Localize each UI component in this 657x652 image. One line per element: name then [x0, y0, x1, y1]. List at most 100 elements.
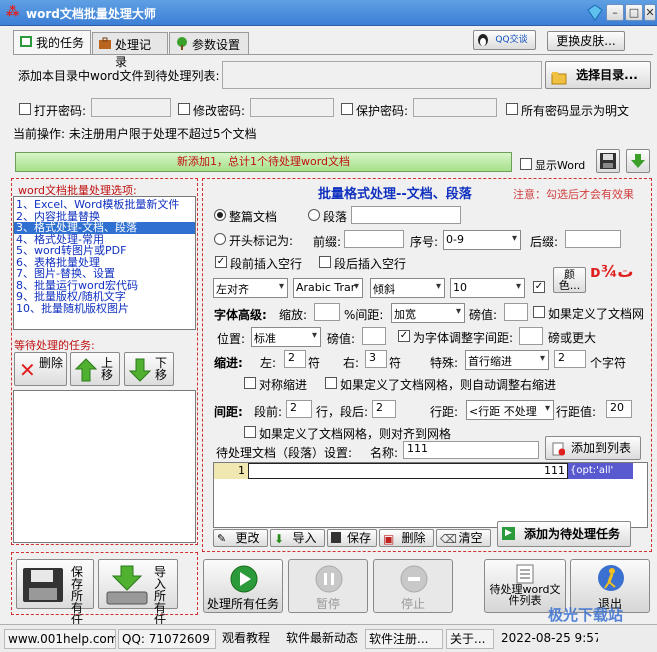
open-password-field[interactable]	[91, 98, 171, 117]
qq-label: QQ交谈	[495, 35, 528, 45]
scale-input[interactable]	[314, 303, 340, 321]
pencil-icon: ✎	[217, 532, 227, 545]
pound-input[interactable]	[504, 303, 528, 321]
list-item[interactable]: 2、内容批量替换	[14, 211, 195, 223]
line-value-input[interactable]: 20	[606, 400, 632, 418]
before-input[interactable]: 2	[286, 400, 312, 418]
status-tutorial[interactable]: 观看教程	[219, 629, 281, 649]
process-all-button[interactable]: 处理所有任务	[203, 559, 283, 613]
kerning-input[interactable]	[519, 327, 543, 345]
clear-button[interactable]: ⌫ 清空	[436, 529, 491, 547]
add-to-list-button[interactable]: 添加到列表	[545, 436, 641, 460]
options-list[interactable]: 1、Excel、Word模板批量新文件 2、内容批量替换 3、格式处理-文档、段…	[13, 196, 196, 330]
tab-my-tasks[interactable]: 我的任务	[13, 30, 91, 54]
status-about[interactable]: 关于...	[446, 629, 494, 649]
radio-whole-doc[interactable]	[214, 209, 226, 221]
maximize-button[interactable]: □	[625, 4, 643, 21]
seq-select[interactable]: 0-9	[443, 230, 521, 250]
edit-button[interactable]: ✎ 更改	[213, 529, 268, 547]
color-checkbox[interactable]: ✓	[533, 281, 545, 293]
move-up-button[interactable]: 上移	[70, 352, 120, 386]
prefix-input[interactable]	[344, 230, 404, 248]
name-input[interactable]: 111	[403, 441, 539, 459]
list-item[interactable]: 10、批量随机版权图片	[14, 303, 195, 315]
grid-checkbox[interactable]	[533, 306, 545, 318]
list-item[interactable]: 8、批量运行word宏代码	[14, 280, 195, 292]
download-icon[interactable]	[626, 149, 650, 173]
add-task-button[interactable]: ▶ 添加为待处理任务	[497, 521, 631, 547]
list-item[interactable]: 1、Excel、Word模板批量新文件	[14, 199, 195, 211]
select-dir-button[interactable]: 选择目录...	[545, 61, 651, 89]
status-news[interactable]: 软件最新动态	[283, 629, 363, 649]
style-select[interactable]: 倾斜	[370, 278, 445, 298]
table-row[interactable]: 1 111 {opt:'all'	[214, 463, 648, 479]
gem-icon[interactable]	[587, 4, 603, 21]
grid-indent-checkbox[interactable]	[325, 377, 337, 389]
radio-paragraph[interactable]	[308, 209, 320, 221]
delete-button[interactable]: ▣ 删除	[379, 529, 434, 547]
save-all-tasks-button[interactable]: 保存所有任务	[16, 559, 94, 638]
pound2-input[interactable]	[362, 327, 386, 345]
left-indent-input[interactable]: 2	[284, 350, 306, 368]
play-icon: ▶	[502, 527, 515, 540]
stop-button[interactable]: 停止	[373, 559, 453, 613]
list-item[interactable]: 5、word转图片或PDF	[14, 245, 195, 257]
align-select[interactable]: 左对齐	[213, 278, 288, 298]
radio-start-mark[interactable]	[214, 233, 226, 245]
protect-password-checkbox[interactable]	[341, 103, 353, 115]
space-before-checkbox[interactable]: ✓	[215, 256, 227, 268]
change-skin-button[interactable]: 更换皮肤...	[547, 31, 625, 51]
suffix-input[interactable]	[565, 230, 621, 248]
font-select[interactable]: Arabic Trar	[293, 278, 363, 298]
import-all-tasks-button[interactable]: 导入所有任务	[98, 559, 178, 638]
status-site[interactable]: www.001help.com	[4, 629, 116, 649]
kerning-checkbox[interactable]: ✓	[398, 330, 410, 342]
move-down-button[interactable]: 下移	[124, 352, 174, 386]
import-button[interactable]: ⬇ 导入	[270, 529, 325, 547]
special-select[interactable]: 首行缩进	[465, 350, 549, 370]
pending-list[interactable]	[13, 390, 196, 543]
spacing-select[interactable]: 加宽	[391, 303, 465, 323]
right-indent-input[interactable]: 3	[365, 350, 387, 368]
settings-list[interactable]: 1 111 {opt:'all'	[213, 462, 648, 528]
list-item[interactable]: 4、格式处理-常用	[14, 234, 195, 246]
open-password-checkbox[interactable]	[19, 103, 31, 115]
space-after-label: 段后插入空行	[334, 257, 407, 271]
space-after-checkbox[interactable]	[319, 256, 331, 268]
grid-align-checkbox[interactable]	[244, 426, 256, 438]
qq-chat-button[interactable]: QQ交谈	[473, 30, 536, 50]
save-button[interactable]: 保存	[327, 529, 377, 547]
position-select[interactable]: 标准	[251, 327, 321, 347]
tab-divider	[13, 54, 653, 55]
size-select[interactable]: 10	[450, 278, 525, 298]
directory-input[interactable]	[222, 61, 542, 89]
status-qq[interactable]: QQ: 71072609	[118, 629, 216, 649]
save-icon[interactable]	[596, 149, 620, 173]
indent-label: 缩进:	[214, 356, 243, 370]
line-spacing-select[interactable]: <行距 不处理	[466, 400, 554, 420]
status-register[interactable]: 软件注册...	[365, 629, 443, 649]
special-num-input[interactable]: 2	[554, 350, 586, 368]
tab-settings[interactable]: 参数设置	[169, 32, 249, 54]
show-plain-checkbox[interactable]	[506, 103, 518, 115]
tab-records[interactable]: 处理记录	[92, 32, 168, 69]
show-word-checkbox[interactable]	[520, 158, 532, 170]
paragraph-input[interactable]	[351, 206, 461, 224]
delete-task-button[interactable]: ✕ 删除	[14, 352, 67, 386]
list-item[interactable]: 9、批量版权/随机文字	[14, 291, 195, 303]
protect-password-field[interactable]	[413, 98, 497, 117]
minimize-button[interactable]: –	[606, 4, 624, 21]
color-button[interactable]: 颜色...	[553, 267, 586, 293]
list-item[interactable]: 6、表格批量处理	[14, 257, 195, 269]
sym-indent-checkbox[interactable]	[244, 377, 256, 389]
after-input[interactable]: 2	[372, 400, 396, 418]
pt-or-more-label: 磅或更大	[548, 331, 597, 345]
pending-settings-label: 待处理文档（段落）设置:	[216, 446, 353, 460]
modify-password-checkbox[interactable]	[178, 103, 190, 115]
pause-button[interactable]: 暂停	[288, 559, 368, 613]
list-item[interactable]: 7、图片-替换、设置	[14, 268, 195, 280]
close-button[interactable]: ✕	[644, 4, 656, 21]
modify-password-field[interactable]	[250, 98, 334, 117]
list-item[interactable]: 3、格式处理-文档、段落	[14, 222, 195, 234]
broom-icon: ⌫	[440, 532, 457, 546]
